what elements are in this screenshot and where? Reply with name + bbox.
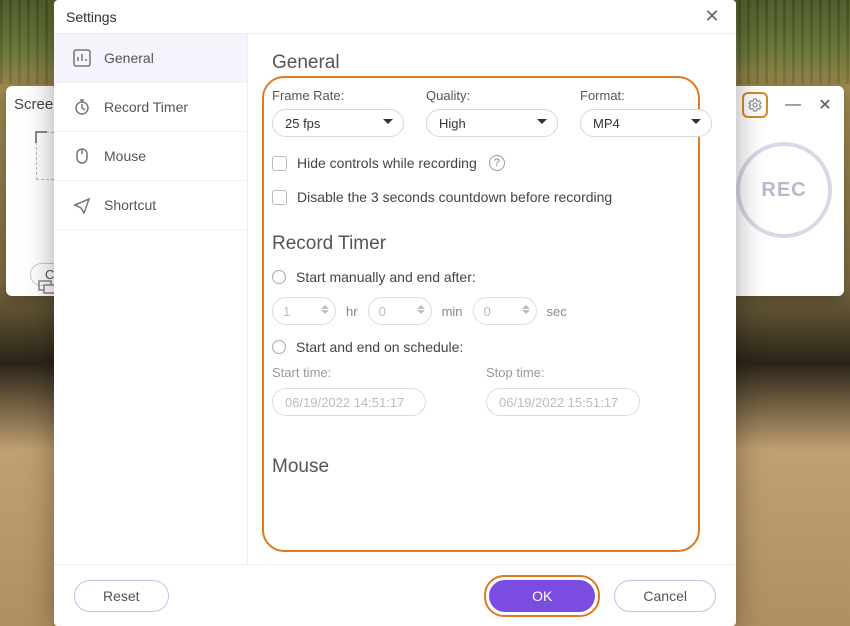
frame-rate-label: Frame Rate: [272, 88, 404, 103]
sidebar-item-label: Shortcut [104, 197, 156, 213]
format-label: Format: [580, 88, 712, 103]
help-icon[interactable]: ? [489, 155, 505, 171]
sidebar-item-general[interactable]: General [54, 34, 247, 83]
format-value: MP4 [593, 116, 620, 131]
seconds-unit: sec [547, 304, 567, 319]
stop-time-input[interactable]: 06/19/2022 15:51:17 [486, 388, 640, 416]
ok-button[interactable]: OK [489, 580, 595, 612]
disable-countdown-checkbox[interactable] [272, 190, 287, 205]
seconds-step-up[interactable] [522, 301, 530, 309]
sidebar-item-label: Mouse [104, 148, 146, 164]
settings-dialog: Settings ✕ General Record Timer Mouse [54, 0, 736, 626]
minutes-step-up[interactable] [417, 301, 425, 309]
manual-end-radio[interactable] [272, 270, 286, 284]
dialog-close-button[interactable]: ✕ [700, 5, 724, 29]
send-icon [72, 195, 92, 215]
bar-chart-icon [72, 48, 92, 68]
section-general-title: General [272, 52, 712, 74]
hide-controls-checkbox[interactable] [272, 156, 287, 171]
quality-value: High [439, 116, 466, 131]
disable-countdown-label: Disable the 3 seconds countdown before r… [297, 189, 612, 205]
sidebar-item-shortcut[interactable]: Shortcut [54, 181, 247, 230]
annotation-ok-highlight: OK [484, 575, 600, 617]
gear-icon [747, 97, 763, 113]
minimize-button[interactable]: — [782, 94, 804, 116]
frame-rate-select[interactable]: 25 fps [272, 109, 404, 137]
minutes-input[interactable]: 0 [368, 297, 432, 325]
cancel-button[interactable]: Cancel [614, 580, 716, 612]
record-button[interactable]: REC [736, 142, 832, 238]
seconds-input[interactable]: 0 [473, 297, 537, 325]
settings-gear-button[interactable] [742, 92, 768, 118]
schedule-radio[interactable] [272, 340, 286, 354]
minutes-unit: min [442, 304, 463, 319]
hours-unit: hr [346, 304, 358, 319]
settings-sidebar: General Record Timer Mouse Shortcut [54, 34, 248, 564]
hours-input[interactable]: 1 [272, 297, 336, 325]
hide-controls-label: Hide controls while recording [297, 155, 477, 171]
frame-rate-value: 25 fps [285, 116, 320, 131]
schedule-label: Start and end on schedule: [296, 339, 463, 355]
hours-step-down[interactable] [321, 310, 329, 318]
hours-step-up[interactable] [321, 301, 329, 309]
start-time-input[interactable]: 06/19/2022 14:51:17 [272, 388, 426, 416]
stop-time-label: Stop time: [486, 365, 640, 380]
record-label: REC [761, 179, 806, 202]
reset-button[interactable]: Reset [74, 580, 169, 612]
sidebar-item-record-timer[interactable]: Record Timer [54, 83, 247, 132]
manual-end-label: Start manually and end after: [296, 269, 476, 285]
quality-label: Quality: [426, 88, 558, 103]
sidebar-item-label: General [104, 50, 154, 66]
close-window-button[interactable]: ✕ [814, 94, 836, 116]
stopwatch-icon [72, 97, 92, 117]
sidebar-item-label: Record Timer [104, 99, 188, 115]
seconds-step-down[interactable] [522, 310, 530, 318]
dialog-footer: Reset OK Cancel [54, 564, 736, 626]
recorder-title: Scree [14, 96, 53, 113]
start-time-label: Start time: [272, 365, 426, 380]
dialog-title: Settings [66, 9, 117, 25]
mouse-icon [72, 146, 92, 166]
settings-content: General Frame Rate: 25 fps Quality: High… [248, 34, 736, 564]
format-select[interactable]: MP4 [580, 109, 712, 137]
section-mouse-title: Mouse [272, 456, 712, 478]
dialog-header: Settings ✕ [54, 0, 736, 34]
sidebar-item-mouse[interactable]: Mouse [54, 132, 247, 181]
quality-select[interactable]: High [426, 109, 558, 137]
minutes-step-down[interactable] [417, 310, 425, 318]
section-record-timer-title: Record Timer [272, 233, 712, 255]
